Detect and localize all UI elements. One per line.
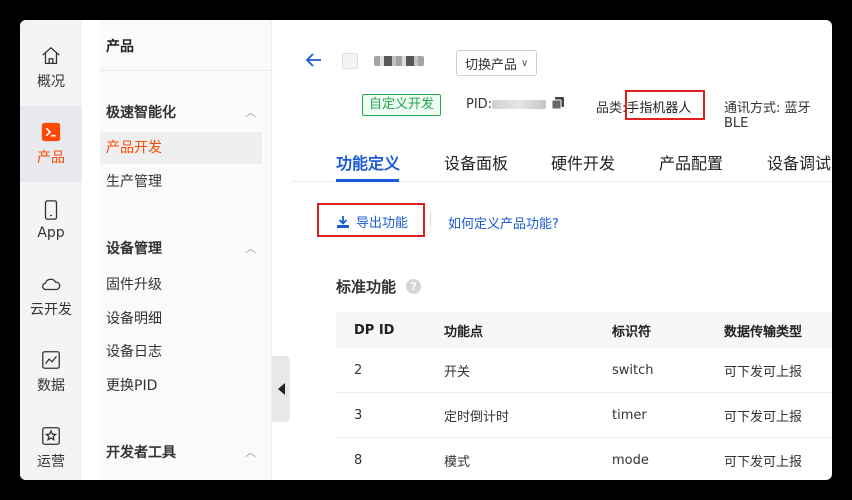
custom-dev-tag: 自定义开发: [362, 94, 442, 116]
star-icon: [42, 427, 60, 445]
export-highlight-box: [317, 203, 425, 237]
rail-item-cloud[interactable]: 云开发: [20, 258, 82, 334]
menu-group-label: 极速智能化: [106, 105, 176, 121]
pid-label: PID:: [466, 97, 493, 112]
menu-item-product-dev[interactable]: 产品开发: [100, 132, 262, 164]
help-define-function-link[interactable]: 如何定义产品功能?: [448, 213, 559, 232]
comm-field: 通讯方式: 蓝牙BLE: [724, 97, 832, 131]
rail-label: 运营: [37, 454, 65, 470]
menu-item-production[interactable]: 生产管理: [100, 166, 262, 198]
tab-device-panel[interactable]: 设备面板: [444, 150, 508, 174]
tab-active-indicator: [336, 179, 399, 182]
rail-item-product[interactable]: 产品: [20, 106, 82, 182]
identifier-cell: switch: [612, 362, 654, 378]
table-header: DP ID 功能点 标识符 数据传输类型: [336, 312, 832, 348]
function-name-cell: 模式: [444, 454, 471, 470]
menu-group-dev-tools[interactable]: 开发者工具 ︿: [106, 442, 256, 462]
back-arrow-icon[interactable]: [304, 50, 324, 70]
table-row[interactable]: 3 定时倒计时 timer 可下发可上报: [336, 393, 832, 438]
dp-id-cell: 2: [354, 362, 363, 378]
function-table: DP ID 功能点 标识符 数据传输类型 2 开关 switch 可下发可上报 …: [336, 312, 832, 480]
table-row[interactable]: 2 开关 switch 可下发可上报: [336, 348, 832, 393]
function-name-cell: 开关: [444, 364, 471, 380]
phone-icon: [44, 200, 58, 220]
column-header: DP ID: [354, 322, 395, 338]
rail-label: 产品: [37, 150, 65, 166]
copy-icon[interactable]: [550, 95, 566, 111]
identifier-cell: timer: [612, 407, 647, 423]
tab-device-debug[interactable]: 设备调试: [767, 150, 831, 174]
section-title-text: 标准功能: [336, 278, 397, 296]
column-header: 数据传输类型: [724, 324, 803, 340]
rail-item-app[interactable]: App: [20, 182, 82, 258]
tab-hardware-dev[interactable]: 硬件开发: [551, 150, 615, 174]
menu-divider: [100, 70, 272, 71]
menu-item-change-pid[interactable]: 更换PID: [100, 370, 262, 402]
column-header: 标识符: [612, 324, 652, 340]
rail-item-data[interactable]: 数据: [20, 334, 82, 410]
chevron-up-icon: ︿: [245, 106, 256, 119]
menu-group-label: 设备管理: [106, 241, 162, 257]
chevron-up-icon: ︿: [245, 446, 256, 459]
column-header: 功能点: [444, 324, 484, 340]
rail-item-overview[interactable]: 概况: [20, 30, 82, 106]
comm-label: 通讯方式:: [724, 101, 781, 116]
cloud-icon: [42, 278, 61, 291]
collapse-sidebar-handle[interactable]: [272, 356, 290, 422]
chevron-down-icon: ∨: [521, 57, 529, 69]
question-icon[interactable]: ?: [406, 279, 422, 294]
transfer-type-cell: 可下发可上报: [724, 409, 803, 425]
dp-id-cell: 3: [354, 407, 363, 423]
menu-group-label: 开发者工具: [106, 445, 176, 461]
table-row[interactable]: 8 模式 mode 可下发可上报: [336, 438, 832, 480]
menu-group-fast-smart[interactable]: 极速智能化 ︿: [106, 102, 256, 122]
chart-icon: [42, 351, 60, 369]
chevron-up-icon: ︿: [245, 242, 256, 255]
product-thumbnail: [342, 53, 358, 69]
app-window: 概况 产品 App 云开发 数据 运营 产品 极速智能化 ︿ 产品开发 生产管理…: [20, 20, 832, 480]
switch-product-button[interactable]: 切换产品 ∨: [456, 50, 538, 76]
action-separator: [430, 212, 431, 226]
section-title: 标准功能 ?: [336, 276, 422, 297]
menu-item-device-log[interactable]: 设备日志: [100, 336, 262, 368]
rail-label: 概况: [37, 74, 65, 90]
product-name-redacted: [374, 56, 424, 66]
main-content: 切换产品 ∨ 自定义开发 PID: 品类:手指机器人 通讯方式: 蓝牙BLE 功…: [292, 20, 832, 480]
home-icon: [42, 46, 60, 64]
rail-label: App: [37, 225, 65, 241]
rail-label: 数据: [37, 378, 65, 394]
icon-rail: 概况 产品 App 云开发 数据 运营: [20, 20, 82, 480]
category-label: 品类:: [596, 101, 627, 116]
menu-header: 产品: [106, 39, 134, 55]
collapse-arrow-icon: [277, 383, 285, 395]
menu-group-device-mgmt[interactable]: 设备管理 ︿: [106, 238, 256, 258]
transfer-type-cell: 可下发可上报: [724, 364, 803, 380]
terminal-icon: [41, 122, 61, 142]
tab-function-definition[interactable]: 功能定义: [336, 150, 400, 174]
tab-bar: 功能定义 设备面板 硬件开发 产品配置 设备调试: [292, 144, 832, 182]
category-highlight-box: [625, 90, 705, 120]
tab-product-config[interactable]: 产品配置: [659, 150, 723, 174]
dp-id-cell: 8: [354, 452, 363, 468]
switch-product-label: 切换产品: [465, 57, 518, 73]
menu-item-firmware[interactable]: 固件升级: [100, 269, 262, 301]
rail-label: 云开发: [30, 302, 72, 318]
secondary-menu: 产品 极速智能化 ︿ 产品开发 生产管理 设备管理 ︿ 固件升级 设备明细 设备…: [100, 20, 272, 480]
rail-item-ops[interactable]: 运营: [20, 410, 82, 480]
pid-value-redacted: [492, 100, 546, 109]
menu-item-device-detail[interactable]: 设备明细: [100, 303, 262, 335]
transfer-type-cell: 可下发可上报: [724, 454, 803, 470]
function-name-cell: 定时倒计时: [444, 409, 510, 425]
identifier-cell: mode: [612, 452, 649, 468]
